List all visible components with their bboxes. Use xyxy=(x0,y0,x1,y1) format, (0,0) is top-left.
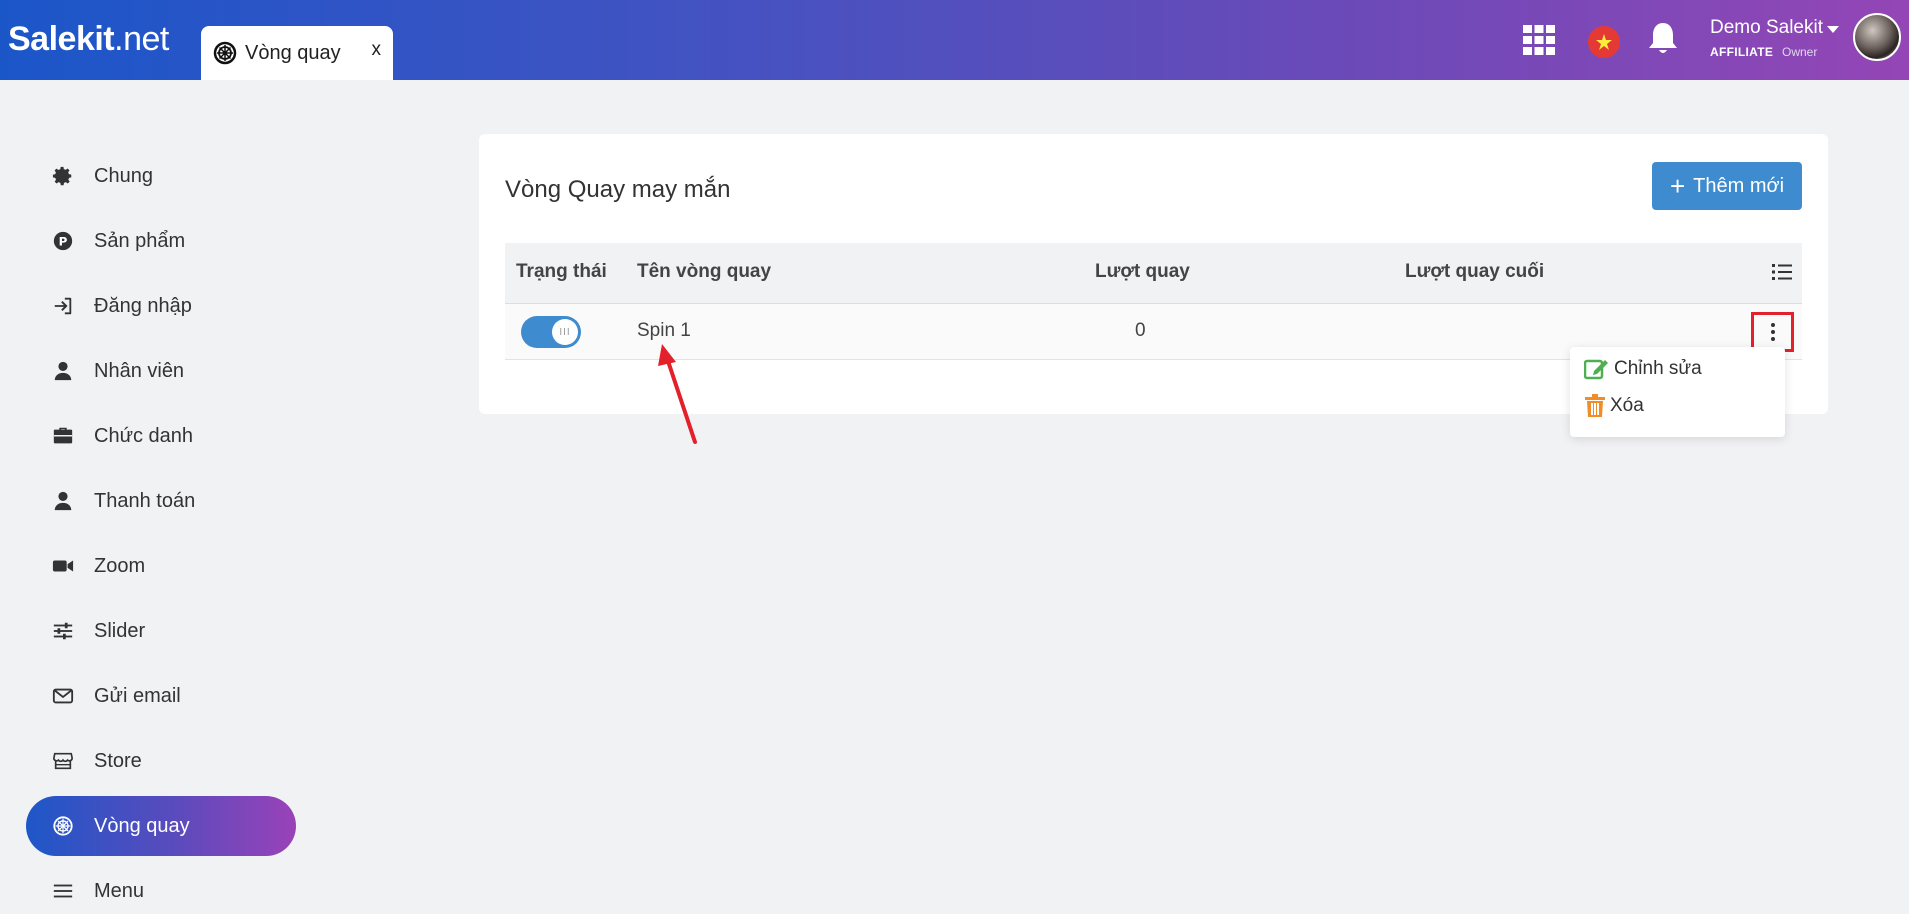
avatar[interactable] xyxy=(1853,13,1901,61)
sidebar-item-vong-quay[interactable]: Vòng quay xyxy=(26,796,296,856)
column-list-icon[interactable] xyxy=(1772,263,1792,281)
user-role: AFFILIATE xyxy=(1710,45,1774,59)
sidebar-item-label: Chung xyxy=(94,164,153,187)
top-bar: Salekit.net Vòng quay x Demo Salekit AFF… xyxy=(0,0,1909,80)
apps-grid-icon[interactable] xyxy=(1523,25,1555,55)
user-name[interactable]: Demo Salekit xyxy=(1710,17,1823,39)
wheel-name[interactable]: Spin 1 xyxy=(637,320,691,342)
sidebar-item-chung[interactable]: Chung xyxy=(26,146,296,206)
menu-item-edit[interactable]: Chỉnh sửa xyxy=(1584,357,1702,381)
sliders-icon xyxy=(53,622,73,640)
sidebar-item-label: Store xyxy=(94,749,142,772)
user-subrole: Owner xyxy=(1782,45,1818,59)
kebab-dot xyxy=(1770,337,1775,341)
sidebar-item-nhan-vien[interactable]: Nhân viên xyxy=(26,341,296,401)
wheel-icon xyxy=(53,816,73,836)
column-header-last-spin[interactable]: Lượt quay cuối xyxy=(1405,261,1544,283)
login-icon xyxy=(54,297,72,315)
toggle-knob: III xyxy=(552,319,578,345)
sidebar: Chung P Sản phẩm Đăng nhập Nhân viên Chứ… xyxy=(26,146,296,914)
sidebar-item-dang-nhap[interactable]: Đăng nhập xyxy=(26,276,296,336)
plus-icon: + xyxy=(1669,171,1686,201)
sidebar-item-menu[interactable]: Menu xyxy=(26,861,296,914)
tab-close-button[interactable]: x xyxy=(372,39,382,61)
sidebar-item-label: Gửi email xyxy=(94,684,181,707)
add-new-button[interactable]: + Thêm mới xyxy=(1652,162,1802,210)
table-header: Trạng thái Tên vòng quay Lượt quay Lượt … xyxy=(505,243,1802,304)
column-header-name[interactable]: Tên vòng quay xyxy=(637,261,771,283)
sidebar-item-label: Slider xyxy=(94,619,146,642)
gear-icon xyxy=(52,166,72,186)
menu-item-delete[interactable]: Xóa xyxy=(1584,394,1644,418)
page-title: Vòng Quay may mắn xyxy=(505,176,731,203)
logo-suffix: .net xyxy=(114,20,169,58)
video-icon xyxy=(52,560,74,572)
kebab-dot xyxy=(1770,323,1775,327)
sidebar-item-label: Đăng nhập xyxy=(94,294,192,317)
sidebar-item-slider[interactable]: Slider xyxy=(26,601,296,661)
menu-item-label: Chỉnh sửa xyxy=(1614,358,1702,379)
status-toggle[interactable]: III xyxy=(521,316,581,348)
app-logo[interactable]: Salekit.net xyxy=(8,20,169,59)
sidebar-item-label: Zoom xyxy=(94,554,146,577)
sidebar-item-label: Sản phẩm xyxy=(94,229,186,252)
sidebar-item-gui-email[interactable]: Gửi email xyxy=(26,666,296,726)
envelope-icon xyxy=(52,688,74,704)
sidebar-item-label: Chức danh xyxy=(94,424,194,447)
sidebar-item-label: Thanh toán xyxy=(94,489,196,512)
logo-main: Salekit xyxy=(8,20,115,58)
wheel-spins: 0 xyxy=(1135,320,1146,341)
sidebar-item-san-pham[interactable]: P Sản phẩm xyxy=(26,211,296,271)
sidebar-item-thanh-toan[interactable]: Thanh toán xyxy=(26,471,296,531)
sidebar-item-chuc-danh[interactable]: Chức danh xyxy=(26,406,296,466)
trash-icon xyxy=(1585,394,1605,417)
row-actions-menu: Chỉnh sửa Xóa xyxy=(1570,347,1785,437)
add-new-label: Thêm mới xyxy=(1693,174,1785,197)
wheel-icon xyxy=(213,41,237,65)
column-header-status[interactable]: Trạng thái xyxy=(516,261,607,283)
row-actions-button[interactable] xyxy=(1751,312,1794,352)
edit-icon xyxy=(1584,359,1608,380)
tab-vong-quay[interactable]: Vòng quay x xyxy=(201,26,393,80)
sidebar-item-store[interactable]: Store xyxy=(26,731,296,791)
bell-icon[interactable] xyxy=(1647,21,1679,57)
briefcase-icon xyxy=(53,427,73,444)
menu-item-label: Xóa xyxy=(1610,395,1644,416)
sidebar-item-label: Vòng quay xyxy=(94,814,190,837)
user-icon xyxy=(54,491,72,511)
kebab-dot xyxy=(1770,330,1775,334)
user-icon xyxy=(54,361,72,381)
sidebar-item-label: Nhân viên xyxy=(94,359,185,382)
product-p-icon: P xyxy=(53,231,73,251)
svg-text:P: P xyxy=(59,235,68,249)
sidebar-item-zoom[interactable]: Zoom xyxy=(26,536,296,596)
chevron-down-icon[interactable] xyxy=(1827,26,1839,33)
sidebar-item-label: Menu xyxy=(94,879,145,902)
annotation-arrow xyxy=(658,344,697,444)
vietnam-flag-icon[interactable] xyxy=(1588,26,1620,58)
store-icon xyxy=(53,752,73,770)
column-header-spins[interactable]: Lượt quay xyxy=(1095,261,1190,283)
tab-label: Vòng quay xyxy=(245,41,341,64)
menu-icon xyxy=(53,884,73,898)
